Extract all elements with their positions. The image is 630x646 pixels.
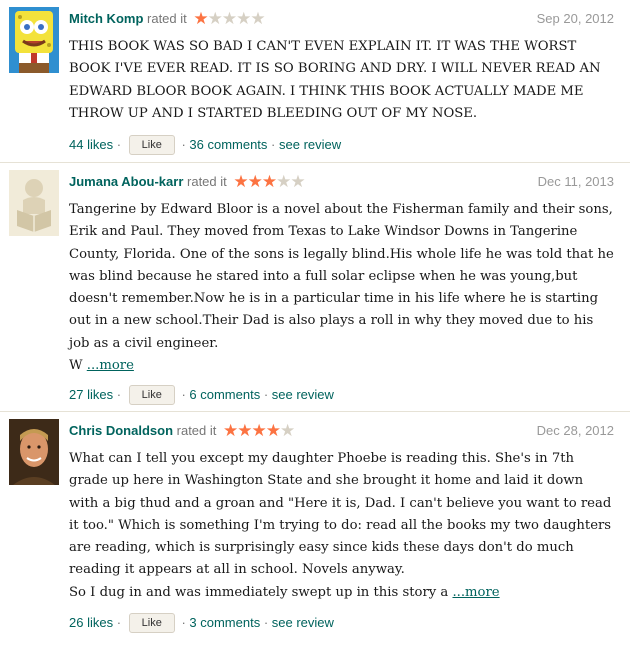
star-icon: ★ xyxy=(236,9,251,28)
separator: · xyxy=(113,387,125,402)
likes-count[interactable]: 44 likes xyxy=(69,137,113,152)
more-link[interactable]: ...more xyxy=(452,585,499,600)
separator: · xyxy=(113,615,125,630)
separator: · xyxy=(177,387,190,402)
star-rating: ★★★★★ xyxy=(193,9,265,28)
star-rating: ★★★★★ xyxy=(223,421,295,440)
reviewer-name[interactable]: Chris Donaldson xyxy=(69,423,173,438)
star-rating: ★★★★★ xyxy=(233,172,305,191)
star-icon: ★ xyxy=(237,421,252,440)
review-date[interactable]: Sep 20, 2012 xyxy=(537,9,614,29)
review-text: THIS BOOK WAS SO BAD I CAN'T EVEN EXPLAI… xyxy=(69,39,601,121)
review-actions: 44 likes · Like · 36 comments · see revi… xyxy=(69,135,341,155)
see-review-link[interactable]: see review xyxy=(279,137,341,152)
review-item: Chris Donaldson rated it ★★★★★ Dec 28, 2… xyxy=(0,412,630,646)
likes-count[interactable]: 27 likes xyxy=(69,387,113,402)
comments-link[interactable]: 3 comments xyxy=(189,615,260,630)
comments-link[interactable]: 6 comments xyxy=(189,387,260,402)
comments-link[interactable]: 36 comments xyxy=(189,137,267,152)
review-date[interactable]: Dec 11, 2013 xyxy=(538,172,614,192)
separator: · xyxy=(267,137,279,152)
separator: · xyxy=(260,387,272,402)
rated-label: rated it xyxy=(176,423,217,438)
likes-count[interactable]: 26 likes xyxy=(69,615,113,630)
like-button[interactable]: Like xyxy=(128,135,175,155)
review-text-container: Tangerine by Edward Bloor is a novel abo… xyxy=(69,199,614,377)
review-actions: 26 likes · Like · 3 comments · see revie… xyxy=(69,613,334,633)
review-text-container: What can I tell you except my daughter P… xyxy=(69,448,614,604)
review-text: What can I tell you except my daughter P… xyxy=(69,451,612,600)
star-icon: ★ xyxy=(233,172,248,191)
like-button[interactable]: Like xyxy=(128,385,175,405)
star-icon: ★ xyxy=(193,9,208,28)
separator: · xyxy=(177,615,190,630)
avatar[interactable] xyxy=(9,170,59,236)
review-header: Jumana Abou-karr rated it ★★★★★ Dec 11, … xyxy=(69,172,614,192)
rated-label: rated it xyxy=(187,174,227,189)
star-icon: ★ xyxy=(221,9,237,28)
star-icon: ★ xyxy=(290,172,305,191)
review-text: Tangerine by Edward Bloor is a novel abo… xyxy=(69,202,614,374)
reviewer-name[interactable]: Mitch Komp xyxy=(69,11,143,26)
cartoon-avatar-icon xyxy=(9,7,59,73)
star-icon: ★ xyxy=(261,172,277,191)
photo-avatar xyxy=(9,419,59,485)
avatar[interactable] xyxy=(9,419,59,485)
star-icon: ★ xyxy=(247,172,263,191)
like-button[interactable]: Like xyxy=(128,613,175,633)
more-link[interactable]: ...more xyxy=(87,358,134,373)
review-item: Mitch Komp rated it ★★★★★ Sep 20, 2012 T… xyxy=(0,0,630,163)
avatar[interactable] xyxy=(9,7,59,73)
review-text-container: THIS BOOK WAS SO BAD I CAN'T EVEN EXPLAI… xyxy=(69,36,614,125)
star-icon: ★ xyxy=(250,9,265,28)
star-icon: ★ xyxy=(223,421,238,440)
star-icon: ★ xyxy=(276,172,291,191)
review-header: Mitch Komp rated it ★★★★★ Sep 20, 2012 xyxy=(69,9,614,29)
separator: · xyxy=(113,137,125,152)
rated-label: rated it xyxy=(147,11,187,26)
reviewer-name[interactable]: Jumana Abou-karr xyxy=(69,174,183,189)
see-review-link[interactable]: see review xyxy=(272,387,334,402)
review-actions: 27 likes · Like · 6 comments · see revie… xyxy=(69,385,334,405)
review-header: Chris Donaldson rated it ★★★★★ Dec 28, 2… xyxy=(69,421,614,441)
star-icon: ★ xyxy=(280,421,295,440)
default-reader-icon xyxy=(9,170,59,236)
see-review-link[interactable]: see review xyxy=(272,615,334,630)
star-icon: ★ xyxy=(251,421,267,440)
star-icon: ★ xyxy=(207,9,223,28)
review-item: Jumana Abou-karr rated it ★★★★★ Dec 11, … xyxy=(0,163,630,412)
separator: · xyxy=(260,615,272,630)
separator: · xyxy=(177,137,190,152)
review-date[interactable]: Dec 28, 2012 xyxy=(537,421,614,441)
star-icon: ★ xyxy=(265,421,281,440)
